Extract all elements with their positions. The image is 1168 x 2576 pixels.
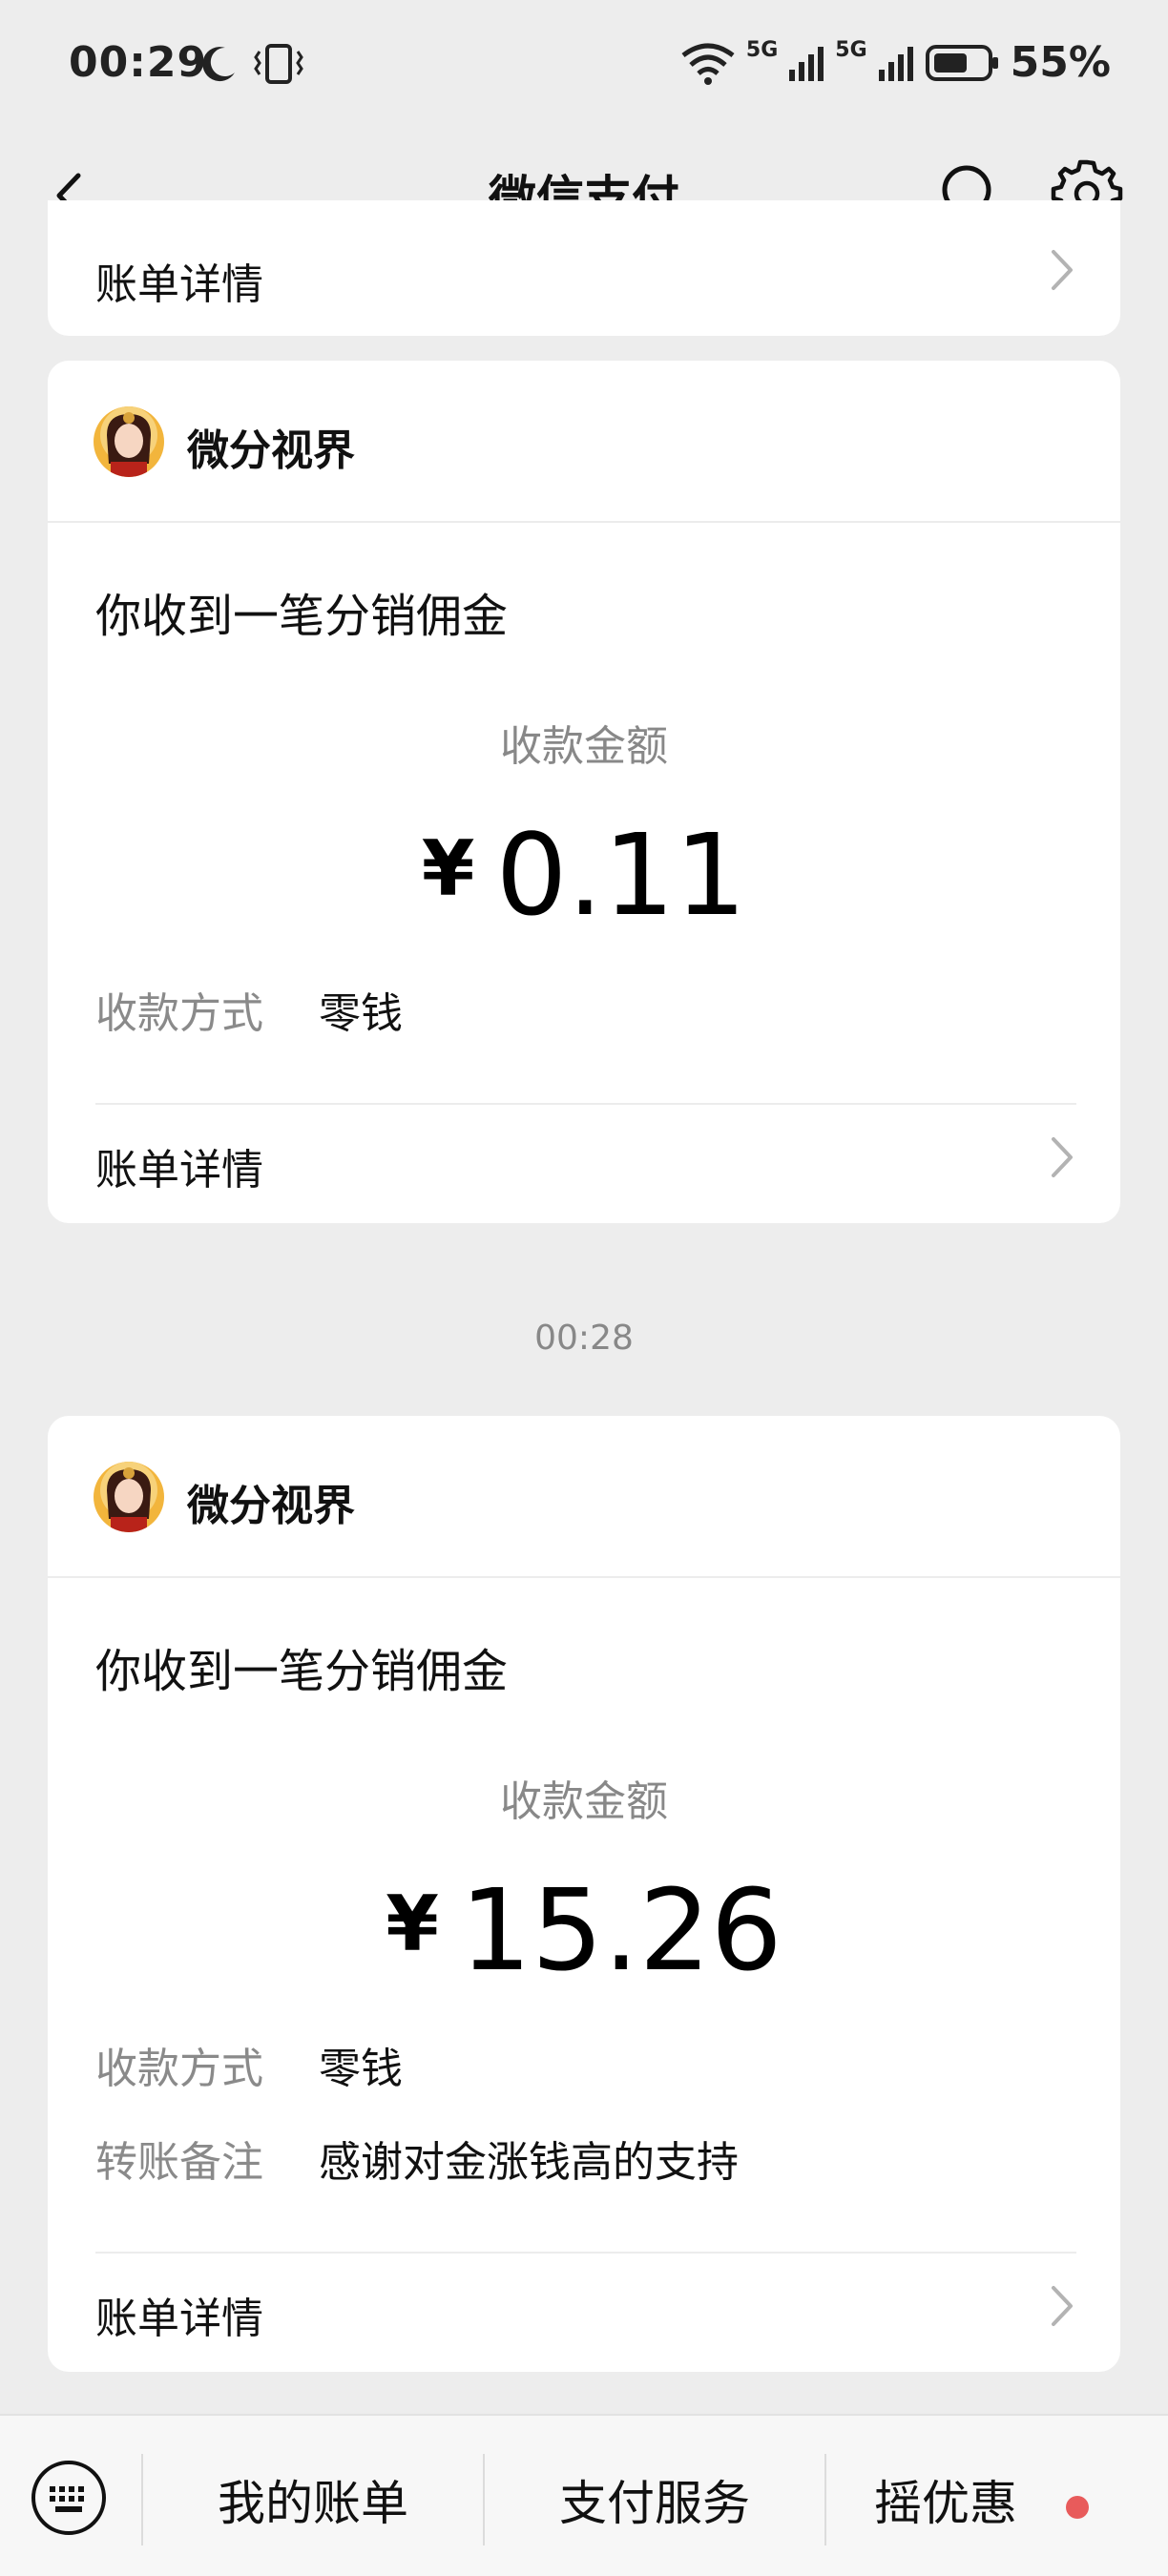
- payment-message-card: 微分视界 你收到一笔分销佣金 收款金额 ¥15.26 收款方式 零钱 转账备注 …: [48, 1416, 1120, 2372]
- merchant-name: 微分视界: [187, 1482, 355, 1530]
- time-separator: 00:28: [534, 1319, 634, 1358]
- chevron-right-icon: [1052, 2286, 1073, 2326]
- tab-shake-offers[interactable]: 摇优惠: [826, 2465, 1065, 2534]
- status-right: 5G 5G 55%: [679, 38, 1111, 87]
- message-title: 你收到一笔分销佣金: [95, 590, 509, 643]
- battery-percentage: 55%: [1010, 38, 1111, 87]
- payment-method-value: 零钱: [319, 2045, 403, 2093]
- payment-method-label: 收款方式: [95, 2045, 263, 2093]
- vibrate-icon: [254, 44, 303, 84]
- signal-icon: [789, 46, 824, 81]
- card-header: 微分视界: [48, 1416, 1120, 1578]
- amount-label: 收款金额: [500, 1777, 668, 1826]
- wechat-pay-page: 00:29 5G 5G 55% 微信支付 账单详情 微分视界 你收到一笔分销佣金…: [0, 0, 1168, 2576]
- bill-detail-link[interactable]: 账单详情: [95, 1135, 263, 1196]
- bottom-menu-bar: 我的账单 支付服务 摇优惠: [0, 2414, 1168, 2576]
- notification-dot: [1066, 2496, 1089, 2519]
- payment-method-label: 收款方式: [95, 989, 263, 1038]
- wifi-icon: [681, 43, 735, 85]
- status-time: 00:29: [69, 38, 208, 87]
- divider: [95, 1103, 1076, 1105]
- bill-detail-link[interactable]: 账单详情: [95, 250, 263, 311]
- currency-symbol: ¥: [421, 824, 475, 913]
- merchant-avatar: [94, 1462, 164, 1532]
- battery-icon: [925, 44, 998, 81]
- tab-my-bills[interactable]: 我的账单: [143, 2465, 483, 2534]
- merchant-avatar: [94, 406, 164, 477]
- currency-symbol: ¥: [386, 1880, 439, 1968]
- status-bar: 00:29 5G 5G 55%: [0, 0, 1168, 134]
- bill-detail-link[interactable]: 账单详情: [95, 2284, 263, 2345]
- amount-label: 收款金额: [500, 722, 668, 771]
- message-title: 你收到一笔分销佣金: [95, 1645, 509, 1698]
- amount: ¥15.26: [48, 1864, 1120, 1996]
- chevron-right-icon: [1052, 1137, 1073, 1177]
- tab-payment-services[interactable]: 支付服务: [485, 2465, 824, 2534]
- transfer-note-value: 感谢对金涨钱高的支持: [319, 2138, 739, 2187]
- divider: [95, 2252, 1076, 2254]
- amount-value: 15.26: [459, 1864, 782, 1996]
- amount: ¥0.11: [48, 809, 1120, 941]
- payment-method-value: 零钱: [319, 989, 403, 1038]
- keyboard-icon[interactable]: [29, 2458, 109, 2538]
- previous-message-card: 账单详情: [48, 200, 1120, 336]
- payment-message-card: 微分视界 你收到一笔分销佣金 收款金额 ¥0.11 收款方式 零钱 账单详情: [48, 361, 1120, 1223]
- card-header: 微分视界: [48, 361, 1120, 523]
- signal-icon: [878, 46, 913, 81]
- amount-value: 0.11: [495, 809, 747, 941]
- moon-icon: [202, 47, 235, 82]
- network-5g-label-2: 5G: [835, 38, 867, 62]
- chevron-right-icon: [1052, 250, 1073, 290]
- transfer-note-label: 转账备注: [95, 2138, 263, 2187]
- network-5g-label-1: 5G: [745, 38, 779, 62]
- merchant-name: 微分视界: [187, 426, 355, 475]
